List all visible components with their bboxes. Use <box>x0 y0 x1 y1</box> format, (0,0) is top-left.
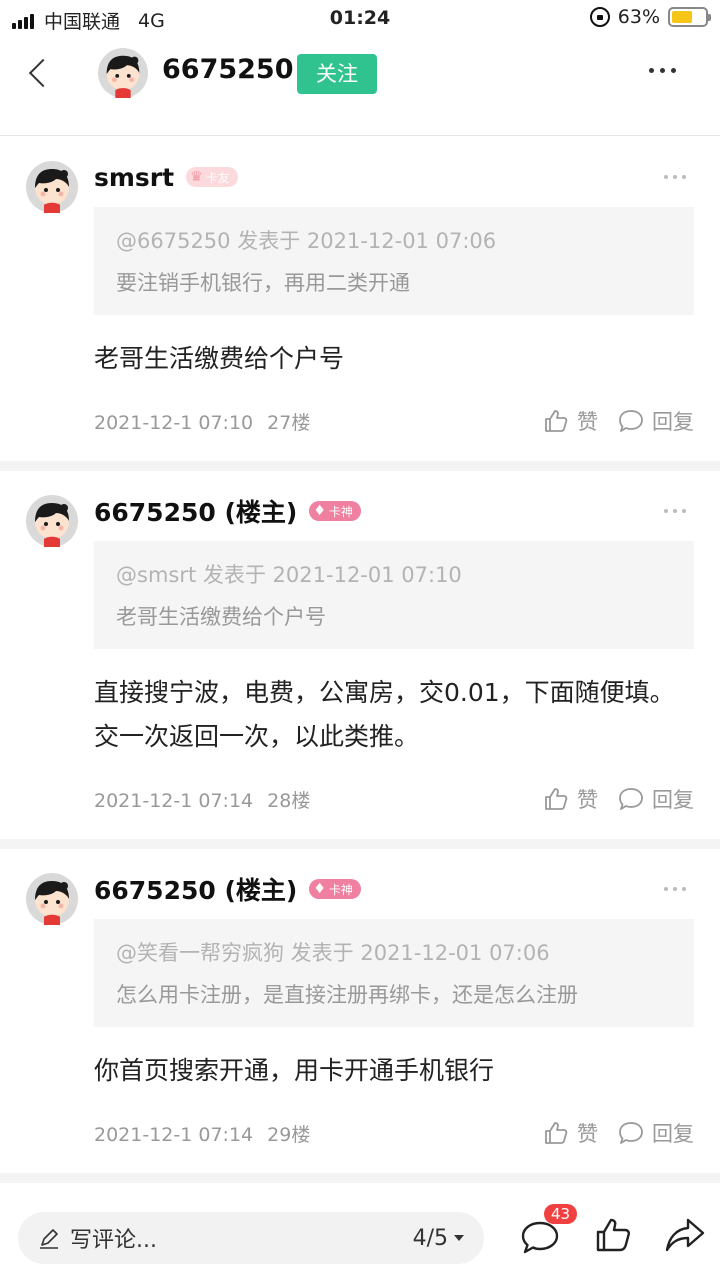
post-timestamp: 2021-12-1 07:14 <box>94 789 254 812</box>
chat-bubble-icon <box>618 1121 644 1145</box>
list-item: 6675250 (楼主) ♦ 卡神 @smsrt 发表于 2021-12-01 0… <box>0 471 720 849</box>
chat-bubble-icon <box>618 787 644 811</box>
reply-button[interactable]: 回复 <box>618 1118 694 1148</box>
back-icon[interactable] <box>22 56 56 90</box>
more-icon[interactable] <box>664 509 686 513</box>
avatar[interactable] <box>26 873 78 925</box>
thumb-up-icon[interactable] <box>594 1216 632 1254</box>
battery-percent: 63% <box>617 6 660 28</box>
follow-button[interactable]: 关注 <box>297 54 377 94</box>
reply-label: 回复 <box>652 1122 694 1146</box>
reply-label: 回复 <box>652 410 694 434</box>
like-label: 赞 <box>577 788 598 812</box>
list-item: 6675250 (楼主) ♦ 卡神 @笑看一帮穷疯狗 发表于 2021-12-01… <box>0 849 720 1183</box>
reply-button[interactable]: 回复 <box>618 406 694 436</box>
list-item: smsrt ♛ 卡友 @6675250 发表于 2021-12-01 07:06 … <box>0 137 720 471</box>
post-content: 老哥生活缴费给个户号 <box>94 344 345 373</box>
battery-level <box>672 11 693 23</box>
crown-icon: ♛ <box>190 169 203 185</box>
reply-list: smsrt ♛ 卡友 @6675250 发表于 2021-12-01 07:06 … <box>0 137 720 1280</box>
post-timestamp: 2021-12-1 07:10 <box>94 411 254 434</box>
share-icon[interactable] <box>664 1216 706 1254</box>
chat-bubble-icon[interactable] <box>520 1220 560 1256</box>
chat-bubble-icon <box>618 409 644 433</box>
level-badge: ♦ 卡神 <box>309 879 361 899</box>
thread-header: 6675250 关注 <box>0 38 720 136</box>
status-bar: 中国联通 4G 01:24 63% <box>0 0 720 38</box>
page-selector[interactable]: 4/5 <box>413 1226 464 1251</box>
post-floor: 27楼 <box>267 411 311 434</box>
quote-text: 老哥生活缴费给个户号 <box>116 605 326 629</box>
dropdown-caret-icon <box>454 1235 464 1241</box>
post-timestamp: 2021-12-1 07:14 <box>94 1123 254 1146</box>
quote-meta: @smsrt 发表于 2021-12-01 07:10 <box>116 563 462 587</box>
thumb-up-icon <box>543 786 569 812</box>
quote-meta: @笑看一帮穷疯狗 发表于 2021-12-01 07:06 <box>116 941 550 965</box>
comment-input[interactable]: 写评论... 4/5 <box>18 1212 484 1264</box>
diamond-icon: ♦ <box>313 503 326 519</box>
quote-text: 要注销手机银行，再用二类开通 <box>116 271 410 295</box>
like-label: 赞 <box>577 1122 598 1146</box>
avatar[interactable] <box>26 161 78 213</box>
quote-meta: @6675250 发表于 2021-12-01 07:06 <box>116 229 497 253</box>
quoted-reply[interactable]: @笑看一帮穷疯狗 发表于 2021-12-01 07:06 怎么用卡注册，是直接… <box>94 919 694 1027</box>
post-content: 你首页搜索开通，用卡开通手机银行 <box>94 1056 495 1085</box>
avatar[interactable] <box>26 495 78 547</box>
lock-rotation-icon <box>589 7 610 27</box>
more-icon[interactable] <box>664 887 686 891</box>
like-label: 赞 <box>577 410 598 434</box>
like-button[interactable]: 赞 <box>543 784 598 814</box>
post-username[interactable]: 6675250 (楼主) <box>94 493 297 529</box>
post-content: 直接搜宁波，电费，公寓房，交0.01，下面随便填。交一次返回一次，以此类推。 <box>94 678 675 751</box>
quoted-reply[interactable]: @6675250 发表于 2021-12-01 07:06 要注销手机银行，再用… <box>94 207 694 315</box>
like-button[interactable]: 赞 <box>543 1118 598 1148</box>
bottom-bar: 写评论... 4/5 43 <box>0 1194 720 1280</box>
more-icon[interactable] <box>664 175 686 179</box>
diamond-icon: ♦ <box>313 881 326 897</box>
avatar[interactable] <box>98 48 148 98</box>
comment-count-badge: 43 <box>544 1204 578 1224</box>
post-floor: 28楼 <box>267 789 311 812</box>
level-badge: ♛卡友 <box>186 167 238 187</box>
pencil-icon <box>40 1229 58 1249</box>
thumb-up-icon <box>543 1120 569 1146</box>
post-username[interactable]: 6675250 (楼主) <box>94 871 297 907</box>
header-username[interactable]: 6675250 <box>162 54 294 85</box>
thumb-up-icon <box>543 408 569 434</box>
post-username[interactable]: smsrt <box>94 163 174 192</box>
quoted-reply[interactable]: @smsrt 发表于 2021-12-01 07:10 老哥生活缴费给个户号 <box>94 541 694 649</box>
post-meta: 2021-12-1 07:14 29楼 <box>94 1120 523 1147</box>
like-button[interactable]: 赞 <box>543 406 598 436</box>
quote-text: 怎么用卡注册，是直接注册再绑卡，还是怎么注册 <box>116 983 578 1007</box>
page-indicator: 4/5 <box>412 1225 448 1251</box>
post-meta: 2021-12-1 07:10 27楼 <box>94 408 523 435</box>
post-floor: 29楼 <box>267 1123 311 1146</box>
post-meta: 2021-12-1 07:14 28楼 <box>94 786 523 813</box>
reply-button[interactable]: 回复 <box>618 784 694 814</box>
more-icon[interactable] <box>649 68 676 73</box>
level-badge: ♦ 卡神 <box>309 501 361 521</box>
comment-placeholder: 写评论... <box>70 1228 157 1253</box>
battery-icon <box>668 7 711 27</box>
reply-label: 回复 <box>652 788 694 812</box>
